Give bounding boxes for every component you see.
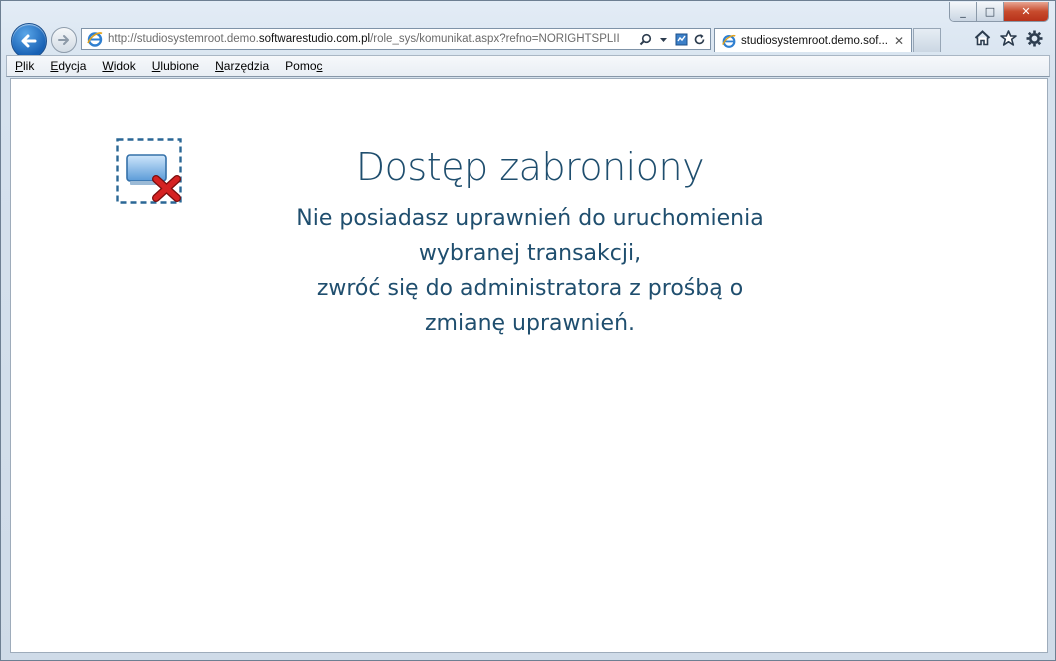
page-title: Dostęp zabroniony (355, 145, 705, 189)
menu-ulubione[interactable]: Ulubione (152, 59, 199, 73)
window-caption-buttons: _ □ ✕ (949, 2, 1049, 22)
url-suffix: /role_sys/komunikat.aspx?refno=NORIGHTSP… (370, 33, 620, 45)
home-icon[interactable] (973, 29, 991, 47)
browser-window: _ □ ✕ http://studiosystemroot.demo.softw… (0, 0, 1056, 661)
message-body: Nie posiadasz uprawnień do uruchomienia … (11, 201, 1049, 341)
message-line: zwróć się do administratora z prośbą o (316, 276, 744, 301)
message-line: wybranej transakcji, (418, 241, 642, 266)
menu-widok[interactable]: Widok (102, 59, 135, 73)
url-prefix: http://studiosystemroot.demo. (108, 33, 259, 45)
url-host: softwarestudio.com.pl (258, 33, 371, 45)
address-tools (638, 32, 710, 46)
maximize-button[interactable]: □ (976, 2, 1003, 21)
new-tab-button[interactable] (913, 28, 941, 52)
arrow-left-icon (21, 34, 37, 48)
close-window-button[interactable]: ✕ (1003, 2, 1048, 21)
forward-button[interactable] (51, 27, 77, 53)
toolbar-right-icons (973, 29, 1043, 47)
tab-title: studiosystemroot.demo.sof... (741, 34, 889, 47)
menu-edycja[interactable]: Edycja (50, 59, 86, 73)
ie-tab-icon (722, 34, 736, 48)
refresh-icon[interactable] (692, 32, 706, 46)
menu-plik[interactable]: Plik (15, 59, 34, 73)
page-content: Dostęp zabroniony Nie posiadasz uprawnie… (10, 78, 1048, 653)
chevron-down-icon[interactable] (656, 32, 670, 46)
message-line: zmianę uprawnień. (425, 311, 635, 336)
gear-icon[interactable] (1025, 29, 1043, 47)
message-line: Nie posiadasz uprawnień do uruchomienia (296, 206, 764, 231)
compatibility-icon[interactable] (674, 32, 688, 46)
menu-narzedzia[interactable]: Narzędzia (215, 59, 269, 73)
ie-page-icon (87, 32, 103, 47)
minimize-button[interactable]: _ (950, 2, 976, 21)
address-bar[interactable]: http://studiosystemroot.demo.softwarestu… (81, 28, 711, 50)
menu-pomoc[interactable]: Pomoc (285, 59, 322, 73)
url-text[interactable]: http://studiosystemroot.demo.softwarestu… (108, 33, 638, 45)
arrow-right-icon (58, 35, 69, 45)
star-icon[interactable] (999, 29, 1017, 47)
menu-bar: Plik Edycja Widok Ulubione Narzędzia Pom… (6, 55, 1050, 77)
tab-close-icon[interactable]: ✕ (891, 33, 907, 49)
search-icon[interactable] (638, 32, 652, 46)
browser-tab-active[interactable]: studiosystemroot.demo.sof... ✕ (714, 28, 912, 52)
back-button[interactable] (11, 23, 47, 59)
